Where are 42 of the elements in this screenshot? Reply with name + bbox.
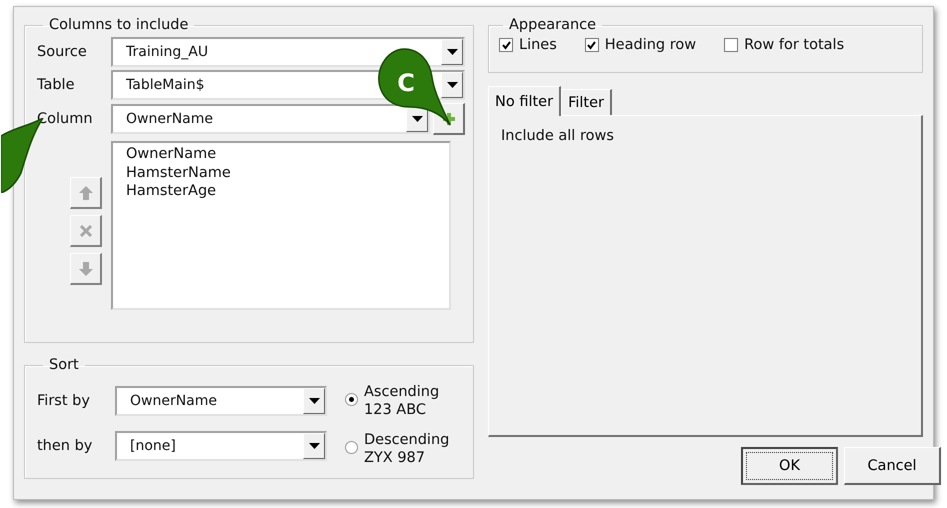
combo-box[interactable]: OwnerName	[111, 104, 430, 134]
field-label: Table	[37, 77, 76, 93]
dialog-button[interactable]: OK	[741, 447, 838, 485]
checkbox-label: Heading row	[604, 37, 696, 53]
dropdown-caret-icon	[308, 442, 320, 448]
dialog-button[interactable]: Cancel	[844, 447, 941, 485]
move-up-button[interactable]	[70, 177, 102, 209]
dropdown-caret-icon	[412, 116, 422, 122]
group-title: Columns to include	[48, 17, 190, 33]
arrow-up-icon	[78, 186, 92, 200]
radio-button[interactable]	[345, 393, 358, 406]
radio-button[interactable]	[345, 441, 358, 454]
tab[interactable]: Filter	[561, 89, 612, 115]
tab[interactable]: No filter	[488, 86, 562, 116]
checkbox[interactable]	[584, 38, 599, 52]
checkbox-label: Row for totals	[744, 37, 844, 53]
field-label: then by	[37, 438, 94, 454]
arrow-down-icon	[78, 262, 92, 276]
dropdown-caret-icon	[446, 49, 458, 55]
radio-label: Descending ZYX 987	[364, 431, 450, 467]
move-down-button[interactable]	[70, 253, 102, 285]
field-label: First by	[37, 392, 91, 408]
dropdown-caret-icon	[308, 398, 320, 404]
field-label: Column	[37, 111, 94, 127]
combo-box[interactable]: OwnerName	[115, 386, 327, 416]
callout-letter: C	[397, 69, 415, 97]
dropdown-caret-icon	[446, 82, 458, 88]
combo-box[interactable]: Training_AU	[111, 37, 465, 67]
list-item[interactable]: HamsterName	[126, 164, 436, 182]
radio-label: Ascending 123 ABC	[364, 383, 440, 419]
checkbox[interactable]	[724, 38, 738, 52]
checkbox[interactable]	[499, 38, 513, 52]
checkbox-label: Lines	[519, 37, 557, 53]
field-label: Source	[37, 44, 88, 60]
panel-text: Include all rows	[501, 128, 614, 144]
remove-button[interactable]	[70, 215, 102, 247]
list-item[interactable]: HamsterAge	[126, 182, 436, 200]
group-title: Sort	[48, 357, 80, 373]
close-icon	[80, 224, 92, 236]
group-title: Appearance	[508, 17, 598, 33]
list-item[interactable]: OwnerName	[126, 145, 436, 164]
combo-box[interactable]: [none]	[115, 430, 327, 460]
